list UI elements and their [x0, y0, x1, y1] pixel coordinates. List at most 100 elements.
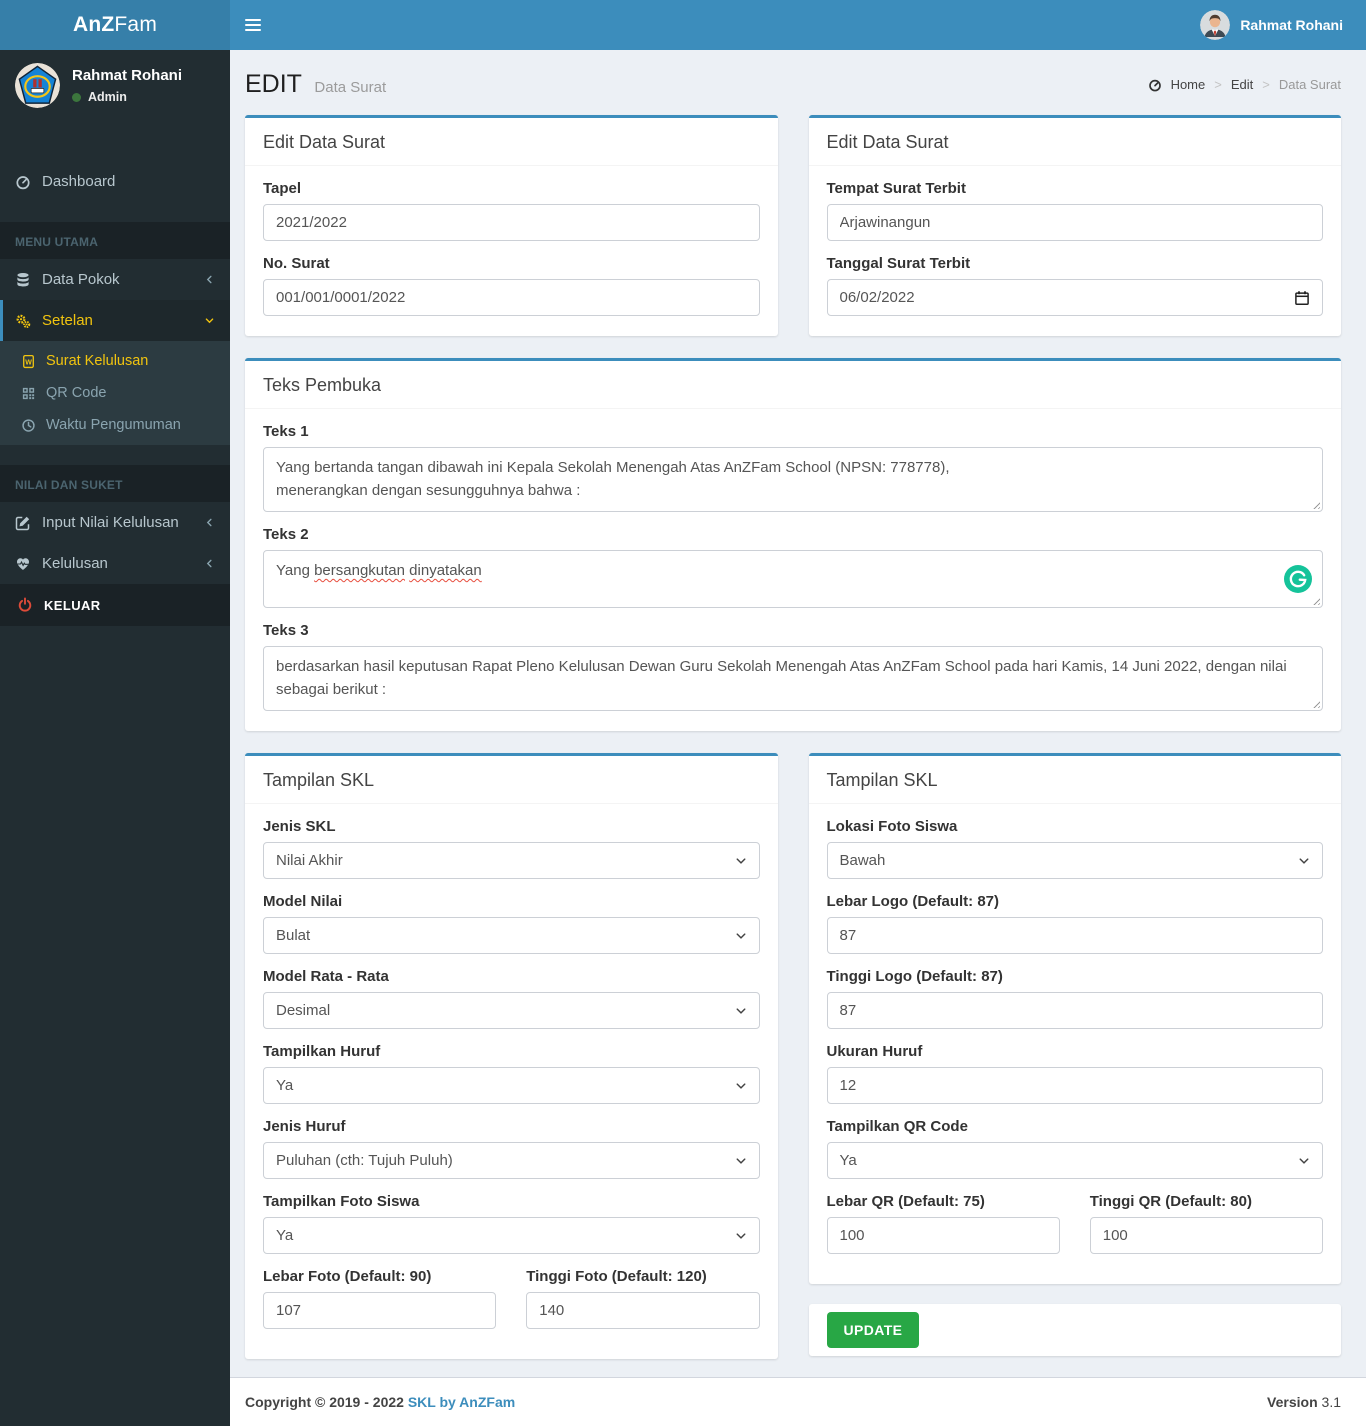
select-value: Ya	[276, 1227, 294, 1244]
tampilkan-qr-label: Tampilkan QR Code	[826, 1118, 968, 1135]
sidebar-item-surat-kelulusan[interactable]: W Surat Kelulusan	[0, 345, 230, 377]
sidebar-header-menu-utama: MENU UTAMA	[0, 222, 230, 259]
tinggi-logo-input[interactable]	[826, 992, 1323, 1029]
card-title: Teks Pembuka	[245, 361, 1341, 409]
card-edit-data-surat-right: Edit Data Surat Tempat Surat Terbit Tang…	[808, 115, 1341, 336]
tampilkan-foto-select[interactable]: Ya	[263, 1217, 760, 1254]
update-button[interactable]: UPDATE	[826, 1312, 920, 1348]
sidebar-item-qr-code[interactable]: QR Code	[0, 377, 230, 409]
chevron-down-icon	[1299, 857, 1309, 864]
sidebar-item-kelulusan[interactable]: Kelulusan	[0, 543, 230, 584]
jenis-skl-label: Jenis SKL	[263, 818, 336, 835]
select-value: Nilai Akhir	[276, 852, 343, 869]
teks3-textarea[interactable]: berdasarkan hasil keputusan Rapat Pleno …	[263, 646, 1323, 711]
tinggi-qr-input[interactable]	[1089, 1217, 1323, 1254]
submenu-item-label: QR Code	[46, 385, 107, 401]
no-surat-input[interactable]	[263, 279, 760, 316]
teks2-textarea[interactable]: Yang bersangkutan dinyatakan	[263, 550, 1323, 608]
lokasi-foto-label: Lokasi Foto Siswa	[826, 818, 958, 835]
chevron-down-icon	[736, 1007, 745, 1014]
sidebar-item-label: Data Pokok	[42, 271, 120, 288]
tanggal-surat-date-input[interactable]: 06/02/2022	[826, 279, 1323, 316]
breadcrumb: Home > Edit > Data Surat	[1148, 77, 1341, 92]
copyright-text: Copyright © 2019 - 2022	[245, 1394, 404, 1410]
sidebar-user-status: Admin	[72, 90, 182, 104]
breadcrumb-separator: >	[1214, 77, 1222, 92]
teks1-line1: Yang bertanda tangan dibawah ini Kepala …	[276, 459, 950, 476]
tinggi-foto-input[interactable]	[526, 1292, 760, 1329]
tinggi-logo-label: Tinggi Logo (Default: 87)	[826, 968, 1003, 985]
tempat-surat-label: Tempat Surat Terbit	[826, 180, 966, 197]
lokasi-foto-select[interactable]: Bawah	[826, 842, 1323, 879]
select-value: Bawah	[839, 852, 886, 869]
model-rata-select[interactable]: Desimal	[263, 992, 760, 1029]
sidebar-item-input-nilai[interactable]: Input Nilai Kelulusan	[0, 502, 230, 543]
tanggal-surat-label: Tanggal Surat Terbit	[826, 255, 971, 272]
lebar-qr-input[interactable]	[826, 1217, 1060, 1254]
sidebar-item-keluar[interactable]: KELUAR	[0, 584, 230, 626]
power-icon	[18, 597, 32, 612]
chevron-down-icon	[736, 1157, 745, 1164]
setelan-submenu: W Surat Kelulusan QR Code Waktu Pengumum…	[0, 341, 230, 445]
qrcode-icon	[22, 387, 35, 399]
jenis-huruf-select[interactable]: Puluhan (cth: Tujuh Puluh)	[263, 1142, 760, 1179]
navbar-user-menu[interactable]: Rahmat Rohani	[1192, 0, 1351, 50]
teks1-textarea[interactable]: Yang bertanda tangan dibawah ini Kepala …	[263, 447, 1323, 512]
svg-text:W: W	[25, 359, 32, 366]
chevron-down-icon	[736, 857, 745, 864]
chevron-down-icon	[205, 318, 214, 324]
submenu-item-label: Surat Kelulusan	[46, 353, 149, 369]
tempat-surat-input[interactable]	[826, 204, 1323, 241]
tapel-input[interactable]	[263, 204, 760, 241]
teks2-misspelled-word: dinyatakan	[409, 562, 482, 579]
footer-link[interactable]: SKL by AnZFam	[408, 1394, 515, 1410]
sidebar-item-label: Input Nilai Kelulusan	[42, 514, 179, 531]
brand-logo[interactable]: AnZ Fam	[0, 0, 230, 50]
app-window: AnZ Fam Rahmat Rohani Rahmat Rohani Admi…	[0, 0, 1366, 1426]
lebar-foto-input[interactable]	[263, 1292, 497, 1329]
tampilkan-foto-label: Tampilkan Foto Siswa	[263, 1193, 420, 1210]
sidebar-item-waktu-pengumuman[interactable]: Waktu Pengumuman	[0, 409, 230, 441]
sidebar-item-label: KELUAR	[44, 597, 101, 613]
tampilkan-qr-select[interactable]: Ya	[826, 1142, 1323, 1179]
calendar-icon[interactable]	[1294, 290, 1310, 306]
page-title: EDIT	[245, 70, 302, 98]
sidebar-header-nilai-suket: NILAI DAN SUKET	[0, 465, 230, 502]
clock-icon	[22, 418, 35, 432]
ukuran-huruf-label: Ukuran Huruf	[826, 1043, 923, 1060]
tampilkan-huruf-select[interactable]: Ya	[263, 1067, 760, 1104]
sidebar-user-name: Rahmat Rohani	[72, 67, 183, 84]
edit-icon	[15, 516, 30, 530]
sidebar-user-role: Admin	[88, 90, 127, 104]
sidebar-item-dashboard[interactable]: Dashboard	[0, 161, 230, 202]
model-nilai-label: Model Nilai	[263, 893, 343, 910]
chevron-down-icon	[736, 932, 745, 939]
ukuran-huruf-input[interactable]	[826, 1067, 1323, 1104]
top-navbar: AnZ Fam Rahmat Rohani	[0, 0, 1366, 50]
sidebar-menu: Dashboard MENU UTAMA Data Pokok Setelan	[0, 161, 230, 626]
jenis-skl-select[interactable]: Nilai Akhir	[263, 842, 760, 879]
teks3-text: berdasarkan hasil keputusan Rapat Pleno …	[276, 658, 1287, 698]
database-icon	[17, 272, 29, 286]
dashboard-icon	[16, 175, 30, 189]
grammarly-icon[interactable]	[1284, 565, 1312, 593]
word-file-icon: W	[23, 354, 34, 368]
date-value: 06/02/2022	[839, 289, 915, 306]
lebar-logo-input[interactable]	[826, 917, 1323, 954]
sidebar-item-data-pokok[interactable]: Data Pokok	[0, 259, 230, 300]
select-value: Ya	[276, 1077, 294, 1094]
dashboard-icon	[1148, 79, 1161, 91]
select-value: Desimal	[276, 1002, 331, 1019]
page-subtitle: Data Surat	[314, 79, 387, 96]
model-nilai-select[interactable]: Bulat	[263, 917, 760, 954]
breadcrumb-edit[interactable]: Edit	[1231, 77, 1253, 92]
version-value: 3.1	[1321, 1394, 1341, 1410]
select-value: Ya	[839, 1152, 857, 1169]
gears-icon	[16, 314, 31, 328]
chevron-left-icon	[206, 559, 212, 568]
breadcrumb-home[interactable]: Home	[1171, 77, 1206, 92]
sidebar-item-setelan[interactable]: Setelan	[0, 300, 230, 341]
teks3-label: Teks 3	[263, 622, 309, 639]
sidebar-toggle-icon[interactable]	[230, 0, 276, 50]
chevron-down-icon	[1299, 1157, 1309, 1164]
